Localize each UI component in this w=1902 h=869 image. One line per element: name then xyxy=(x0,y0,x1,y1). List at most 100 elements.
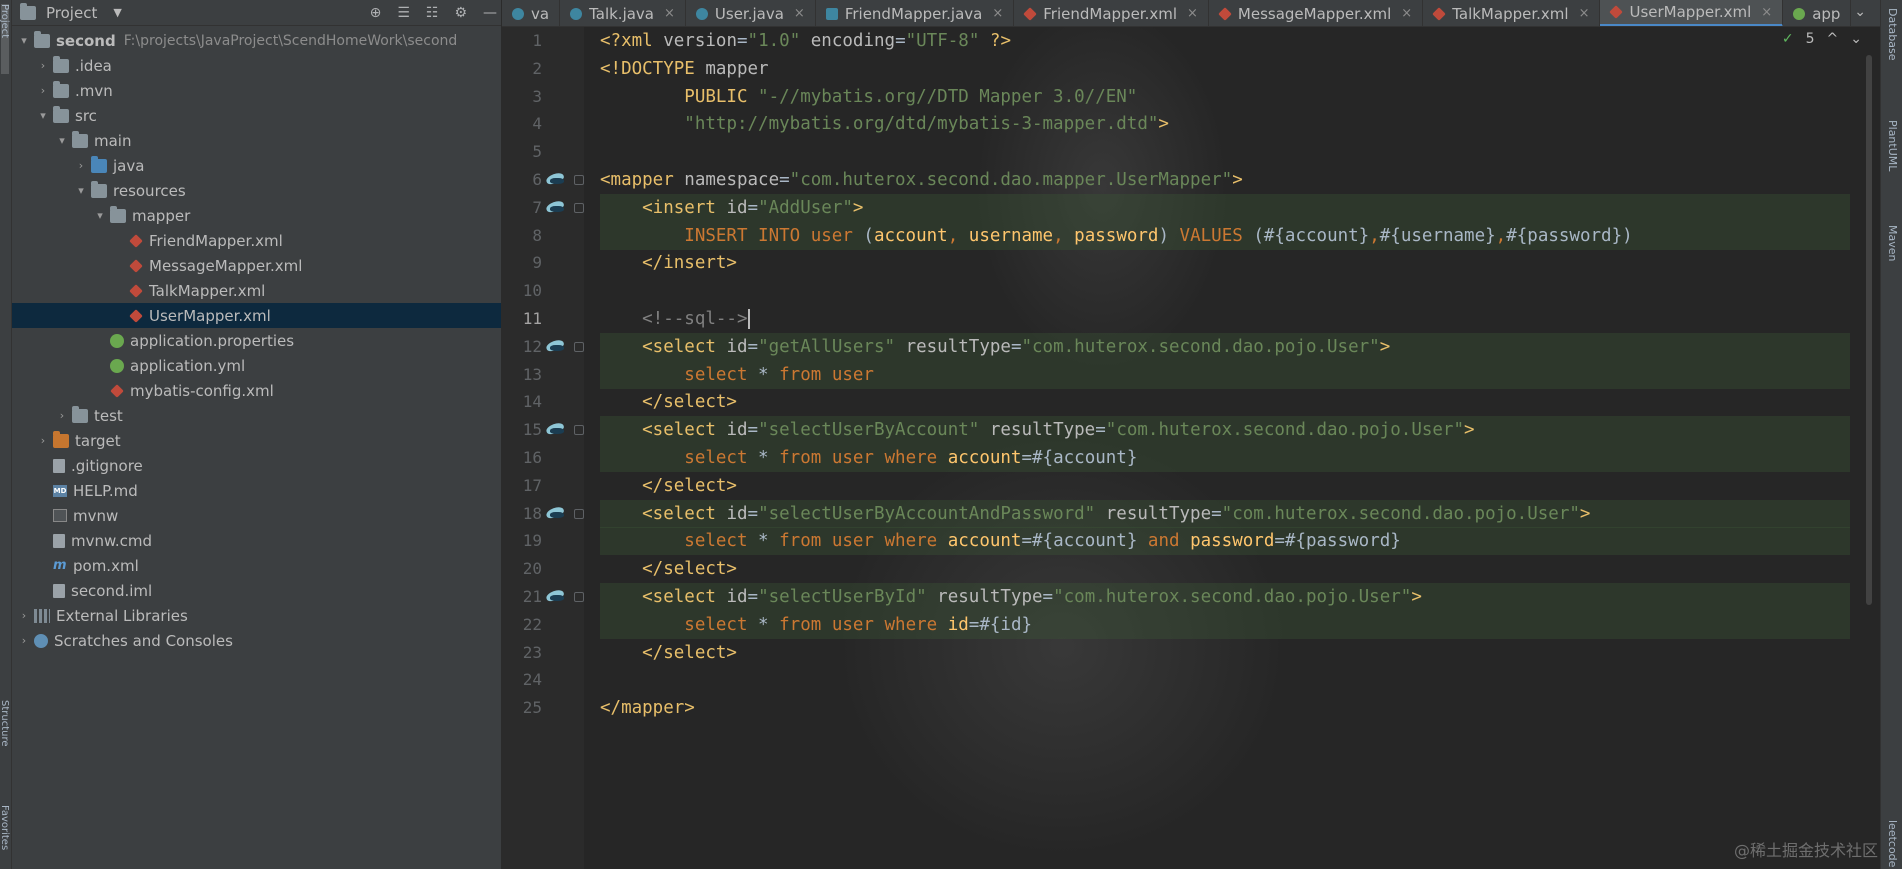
code-line[interactable]: PUBLIC "-//mybatis.org//DTD Mapper 3.0//… xyxy=(600,83,1137,111)
hide-icon[interactable]: — xyxy=(483,5,497,21)
mybatis-navigate-icon[interactable] xyxy=(544,339,568,353)
tree-item[interactable]: › .idea xyxy=(12,53,501,78)
tab-user-java[interactable]: User.java × xyxy=(686,0,816,26)
tree-item[interactable]: m pom.xml xyxy=(12,553,501,578)
tree-item[interactable]: › External Libraries xyxy=(12,603,501,628)
tree-item[interactable]: UserMapper.xml xyxy=(12,303,501,328)
favorites-tool-label[interactable]: Favorites xyxy=(0,805,10,850)
vertical-scrollbar[interactable] xyxy=(1866,55,1872,605)
project-tool-label[interactable]: Project xyxy=(0,4,10,38)
chevron-right-icon[interactable]: › xyxy=(54,409,70,422)
tab-friendmapper-java[interactable]: FriendMapper.java × xyxy=(816,0,1015,26)
tab-va[interactable]: va xyxy=(502,0,561,26)
fold-icon[interactable] xyxy=(574,202,584,213)
code-line[interactable]: <select id="selectUserById" resultType="… xyxy=(600,583,1422,611)
close-icon[interactable]: × xyxy=(1579,6,1590,21)
code-line[interactable]: </mapper> xyxy=(600,694,695,722)
code-line[interactable]: <?xml version="1.0" encoding="UTF-8" ?> xyxy=(600,27,1011,55)
code-line[interactable]: <insert id="AddUser"> xyxy=(600,194,863,222)
chevron-down-icon[interactable]: ▾ xyxy=(54,134,70,147)
fold-icon[interactable] xyxy=(574,175,584,185)
mybatis-navigate-icon[interactable] xyxy=(544,506,568,520)
database-tool-label[interactable]: Database xyxy=(1886,8,1899,61)
project-panel-title[interactable]: Project xyxy=(46,4,97,22)
code-line[interactable]: "http://mybatis.org/dtd/mybatis-3-mapper… xyxy=(600,110,1169,138)
mybatis-navigate-icon[interactable] xyxy=(544,200,568,214)
code-line[interactable]: </select> xyxy=(600,388,737,416)
tree-item[interactable]: › .mvn xyxy=(12,78,501,103)
tree-item[interactable]: › Scratches and Consoles xyxy=(12,628,501,653)
tree-item[interactable]: ▾ resources xyxy=(12,178,501,203)
next-highlight-icon[interactable]: ⌄ xyxy=(1850,31,1862,47)
mybatis-navigate-icon[interactable] xyxy=(544,422,568,436)
tree-item[interactable]: ▾ main xyxy=(12,128,501,153)
tree-item[interactable]: ▾ src xyxy=(12,103,501,128)
code-line[interactable]: select * from user where account=#{accou… xyxy=(600,527,1401,555)
code-line[interactable]: select * from user where account=#{accou… xyxy=(600,444,1137,472)
tree-item[interactable]: ▾ mapper xyxy=(12,203,501,228)
code-line[interactable]: </select> xyxy=(600,639,737,667)
tree-item[interactable]: mvnw.cmd xyxy=(12,528,501,553)
code-line[interactable]: select * from user xyxy=(600,361,874,389)
tree-item[interactable]: mybatis-config.xml xyxy=(12,378,501,403)
expand-all-icon[interactable]: ☰ xyxy=(397,5,410,21)
chevron-right-icon[interactable]: › xyxy=(16,634,32,647)
chevron-right-icon[interactable]: › xyxy=(16,609,32,622)
tab-talk-java[interactable]: Talk.java × xyxy=(560,0,686,26)
tree-item[interactable]: application.yml xyxy=(12,353,501,378)
locate-icon[interactable]: ⊕ xyxy=(370,5,382,21)
fold-icon[interactable] xyxy=(574,341,584,352)
chevron-right-icon[interactable]: › xyxy=(35,84,51,97)
close-icon[interactable]: × xyxy=(794,6,805,21)
code-line[interactable]: INSERT INTO user (account, username, pas… xyxy=(600,222,1632,250)
plantuml-tool-label[interactable]: PlantUML xyxy=(1886,120,1899,171)
tree-item[interactable]: › target xyxy=(12,428,501,453)
leetcode-tool-label[interactable]: leetcode xyxy=(1886,820,1899,867)
collapse-all-icon[interactable]: ☷ xyxy=(426,5,439,21)
tree-item[interactable]: MD HELP.md xyxy=(12,478,501,503)
close-icon[interactable]: × xyxy=(1187,6,1198,21)
chevron-down-icon[interactable]: ▾ xyxy=(16,34,32,47)
close-icon[interactable]: × xyxy=(992,6,1003,21)
chevron-down-icon[interactable]: ▾ xyxy=(35,109,51,122)
mybatis-navigate-icon[interactable] xyxy=(544,589,568,603)
fold-icon[interactable] xyxy=(574,508,584,519)
inspection-widget[interactable]: ✓ 5 ^ ⌄ xyxy=(1782,31,1862,47)
close-icon[interactable]: × xyxy=(664,6,675,21)
previous-highlight-icon[interactable]: ^ xyxy=(1827,31,1839,47)
tab-friendmapper-xml[interactable]: FriendMapper.xml × xyxy=(1014,0,1209,26)
code-line[interactable]: <!--sql--> xyxy=(600,305,750,333)
code-line[interactable]: <mapper namespace="com.huterox.second.da… xyxy=(600,166,1243,194)
tree-item[interactable]: › test xyxy=(12,403,501,428)
chevron-right-icon[interactable]: › xyxy=(35,434,51,447)
code-line[interactable]: <select id="getAllUsers" resultType="com… xyxy=(600,333,1390,361)
tree-item[interactable]: TalkMapper.xml xyxy=(12,278,501,303)
code-line[interactable]: <select id="selectUserByAccountAndPasswo… xyxy=(600,500,1590,528)
code-line[interactable]: <select id="selectUserByAccount" resultT… xyxy=(600,416,1474,444)
tree-item[interactable]: mvnw xyxy=(12,503,501,528)
chevron-right-icon[interactable]: › xyxy=(35,59,51,72)
structure-tool-label[interactable]: Structure xyxy=(0,700,10,747)
code-line[interactable]: <!DOCTYPE mapper xyxy=(600,55,769,83)
close-icon[interactable]: × xyxy=(1401,6,1412,21)
tree-item[interactable]: ▾ second F:\projects\JavaProject\ScendHome… xyxy=(12,28,501,53)
chevron-down-icon[interactable]: ▾ xyxy=(73,184,89,197)
tab-app[interactable]: app xyxy=(1783,0,1852,26)
mybatis-navigate-icon[interactable] xyxy=(544,172,568,186)
tab-usermapper-xml[interactable]: UserMapper.xml × xyxy=(1600,0,1784,26)
code-editor[interactable]: 1 2 3 4 5 6 7 8 9 10 11 12 13 14 15 16 17 18 19 20 21 22 23 24 2… xyxy=(502,27,1880,869)
chevron-right-icon[interactable]: › xyxy=(73,159,89,172)
tree-item[interactable]: application.properties xyxy=(12,328,501,353)
fold-icon[interactable] xyxy=(574,592,584,602)
tab-messagemapper-xml[interactable]: MessageMapper.xml × xyxy=(1209,0,1424,26)
close-icon[interactable]: × xyxy=(1761,5,1772,20)
tree-item[interactable]: .gitignore xyxy=(12,453,501,478)
tree-item[interactable]: MessageMapper.xml xyxy=(12,253,501,278)
chevron-down-icon[interactable]: ▼ xyxy=(113,6,121,19)
code-line[interactable]: </insert> xyxy=(600,249,737,277)
chevron-down-icon[interactable]: ▾ xyxy=(92,209,108,222)
fold-icon[interactable] xyxy=(574,425,584,436)
tree-item[interactable]: › java xyxy=(12,153,501,178)
tab-talkmapper-xml[interactable]: TalkMapper.xml × xyxy=(1423,0,1601,26)
maven-tool-label[interactable]: Maven xyxy=(1886,225,1899,261)
